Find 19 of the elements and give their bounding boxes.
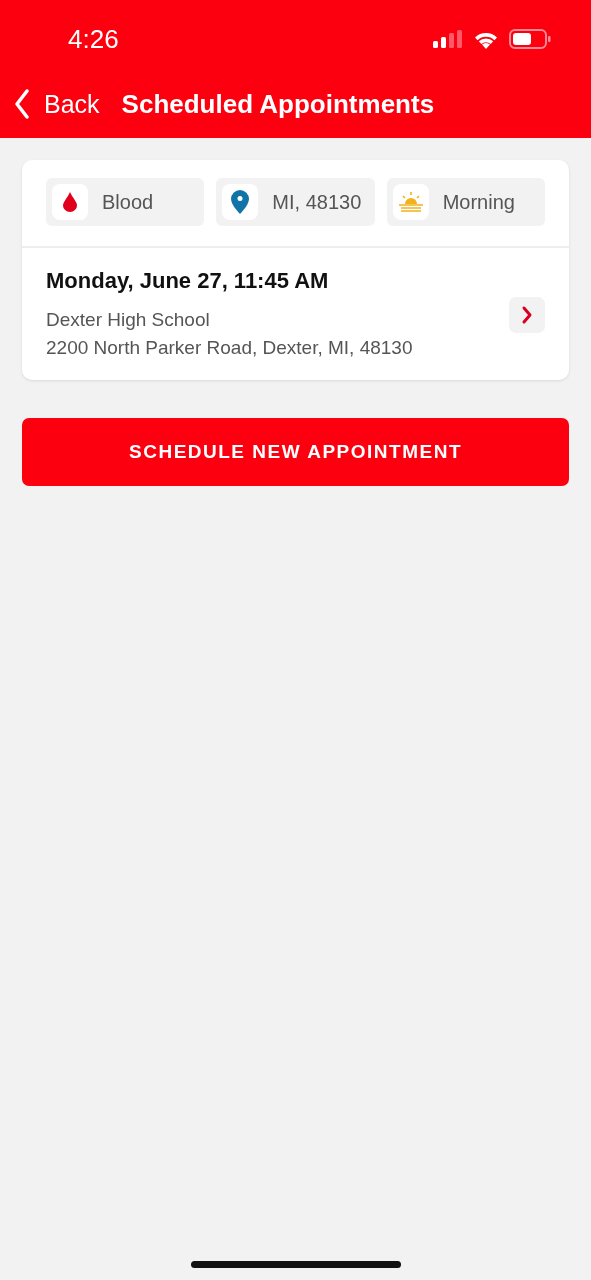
details-button[interactable] [509, 297, 545, 333]
chevron-right-icon [521, 305, 533, 325]
sunrise-icon [397, 192, 424, 212]
info-chip: MI, 48130 [216, 178, 375, 226]
info-chip: Blood [46, 178, 205, 226]
signal-icon [433, 30, 463, 48]
appointment-address: 2200 North Parker Road, Dexter, MI, 48130 [46, 336, 414, 360]
appointment-place: Dexter High School [46, 308, 211, 332]
map-pin-icon [231, 190, 250, 214]
info-chip: Morning [386, 178, 545, 226]
battery-icon [509, 29, 551, 49]
schedule-button[interactable]: SCHEDULE NEW APPOINTMENT [22, 418, 569, 486]
appointment-card[interactable]: Blood MI, 48130 Morning Monday, June 27, 11:45 AM Dexter High School 2200 North Parker Road, Dexter, MI, 48130 [22, 160, 569, 380]
appointment-datetime: Monday, June 27, 11:45 AM [46, 268, 330, 294]
back-button[interactable]: Back [14, 89, 100, 119]
blood-drop-icon [63, 192, 77, 212]
chevron-left-icon [14, 89, 30, 119]
status-time: 4:26 [68, 23, 119, 55]
page-title: Scheduled Appointments [121, 88, 435, 120]
